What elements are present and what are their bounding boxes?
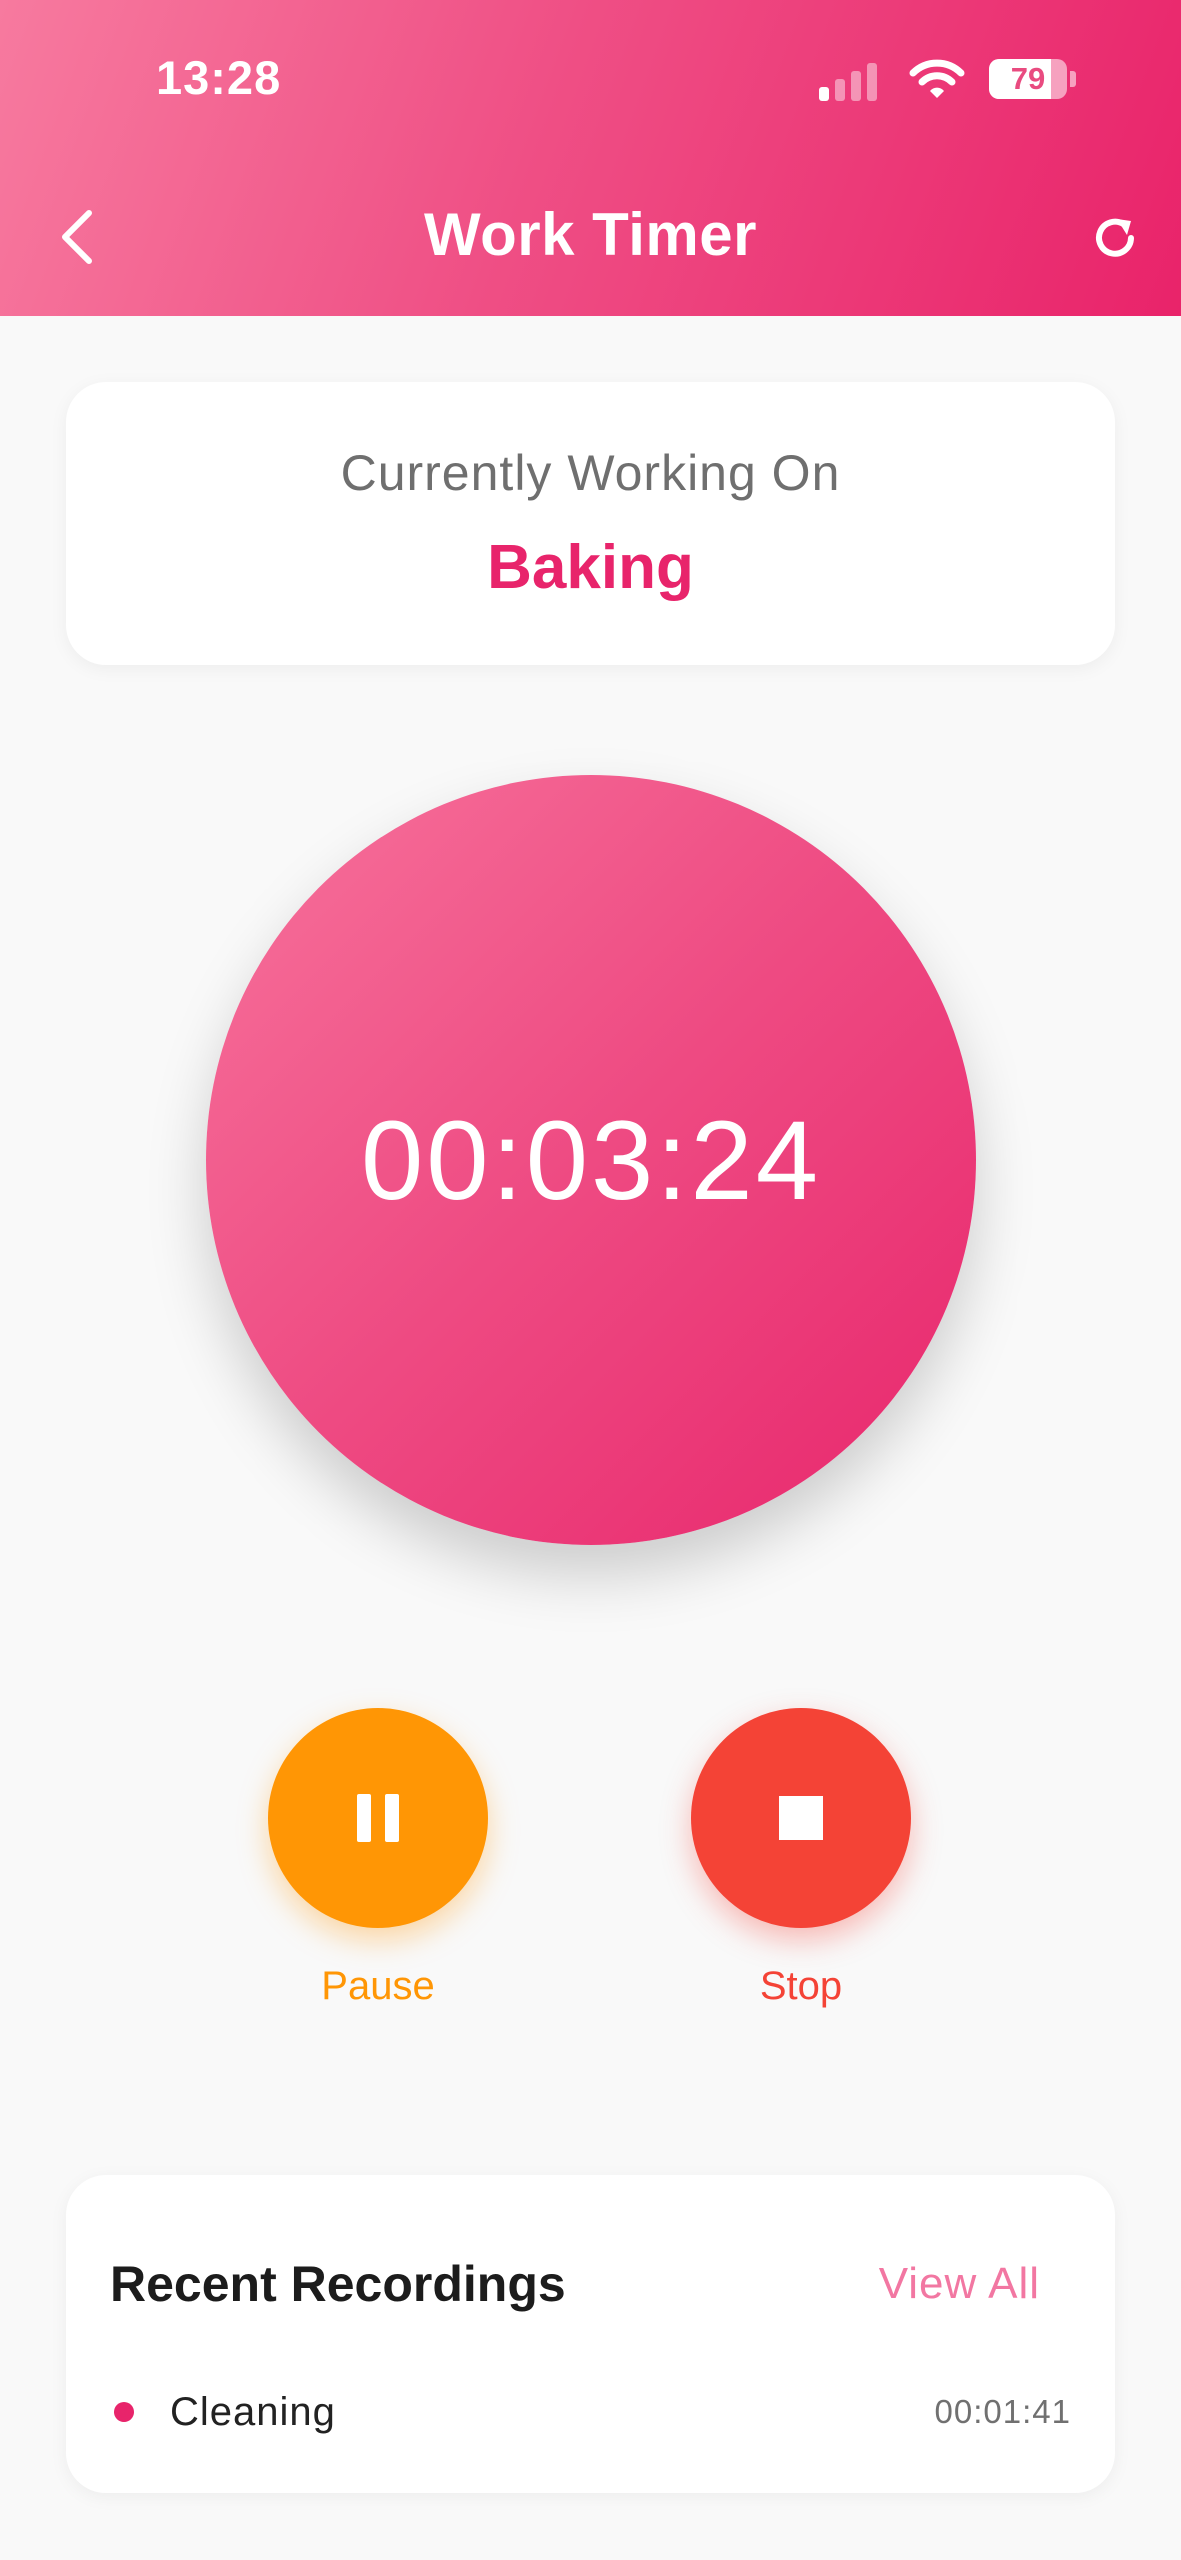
view-all-link[interactable]: View All [879,2259,1040,2309]
recent-recordings-title: Recent Recordings [110,2256,566,2312]
status-icons: 79 [819,54,1076,104]
timer-display: 00:03:24 [206,775,976,1545]
refresh-icon [1096,218,1134,257]
recording-name: Cleaning [170,2389,336,2434]
recent-recordings-card: Recent Recordings View All Cleaning 00:0… [66,2175,1115,2493]
pause-icon [357,1794,399,1842]
bullet-dot-icon [114,2402,134,2422]
current-task-name: Baking [487,533,694,602]
timer-value: 00:03:24 [361,1097,821,1223]
battery-icon: 79 [989,59,1067,99]
pause-button[interactable] [268,1708,488,1928]
wifi-icon [909,59,965,98]
page-title: Work Timer [424,201,757,268]
stop-label: Stop [759,1964,843,2008]
stop-button[interactable] [691,1708,911,1928]
list-item[interactable]: Cleaning 00:01:41 [110,2387,1071,2437]
signal-icon [819,57,881,101]
current-task-label: Currently Working On [340,445,841,501]
battery-level: 79 [1010,61,1046,96]
stop-icon [779,1796,823,1840]
header-bar: 13:28 79 Work Timer [0,0,1181,316]
current-task-card: Currently Working On Baking [66,382,1115,665]
recording-duration: 00:01:41 [934,2393,1071,2430]
refresh-button[interactable] [1085,206,1145,270]
status-time: 13:28 [156,51,282,104]
pause-label: Pause [321,1964,435,2008]
